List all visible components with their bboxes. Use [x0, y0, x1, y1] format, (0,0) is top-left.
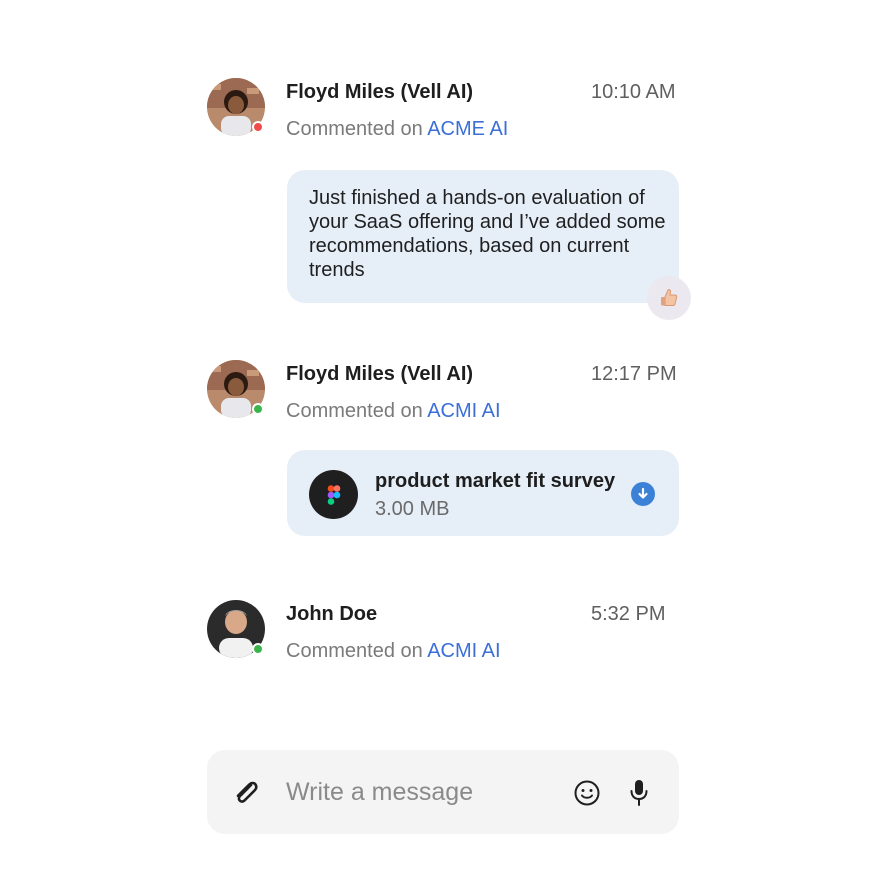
comment-time: 10:10 AM	[591, 81, 676, 103]
file-type-badge	[309, 470, 358, 519]
author-name: John Doe	[286, 603, 378, 625]
thumbs-up-icon	[661, 289, 678, 306]
comment-time: 12:17 PM	[591, 363, 677, 385]
avatar[interactable]	[207, 360, 265, 418]
comment-prefix: Commented on	[286, 400, 423, 422]
status-dot	[252, 121, 264, 133]
comment-context: Commented on ACMI AI	[286, 640, 501, 663]
project-link[interactable]: ACMI AI	[427, 400, 500, 422]
avatar[interactable]	[207, 600, 265, 658]
download-arrow-icon	[638, 487, 648, 499]
file-name: product market fit survey	[375, 470, 616, 492]
avatar[interactable]	[207, 78, 265, 136]
reaction-badge[interactable]	[647, 276, 691, 320]
project-link[interactable]: ACMI AI	[427, 640, 500, 662]
download-button[interactable]	[631, 482, 655, 506]
emoji-icon[interactable]	[573, 779, 601, 807]
author-name: Floyd Miles (Vell AI)	[286, 363, 474, 385]
message-text: Just finished a hands-on evaluation of y…	[309, 187, 666, 281]
project-link[interactable]: ACME AI	[427, 118, 508, 140]
message-composer	[207, 750, 679, 834]
comment-context: Commented on ACMI AI	[286, 400, 501, 423]
comment-prefix: Commented on	[286, 118, 423, 140]
status-dot	[252, 643, 264, 655]
file-size: 3.00 MB	[375, 498, 450, 520]
figma-icon	[327, 484, 340, 505]
microphone-icon[interactable]	[628, 778, 650, 808]
message-bubble: Just finished a hands-on evaluation of y…	[287, 170, 679, 303]
attachment-card[interactable]: product market fit survey 3.00 MB	[287, 450, 679, 536]
message-input[interactable]	[286, 774, 556, 810]
comment-prefix: Commented on	[286, 640, 423, 662]
comment-thread: Floyd Miles (Vell AI) 10:10 AM Commented…	[0, 0, 886, 889]
status-dot	[252, 403, 264, 415]
comment-context: Commented on ACME AI	[286, 118, 508, 141]
comment-time: 5:32 PM	[591, 603, 666, 625]
author-name: Floyd Miles (Vell AI)	[286, 81, 474, 103]
paperclip-icon[interactable]	[231, 778, 261, 808]
